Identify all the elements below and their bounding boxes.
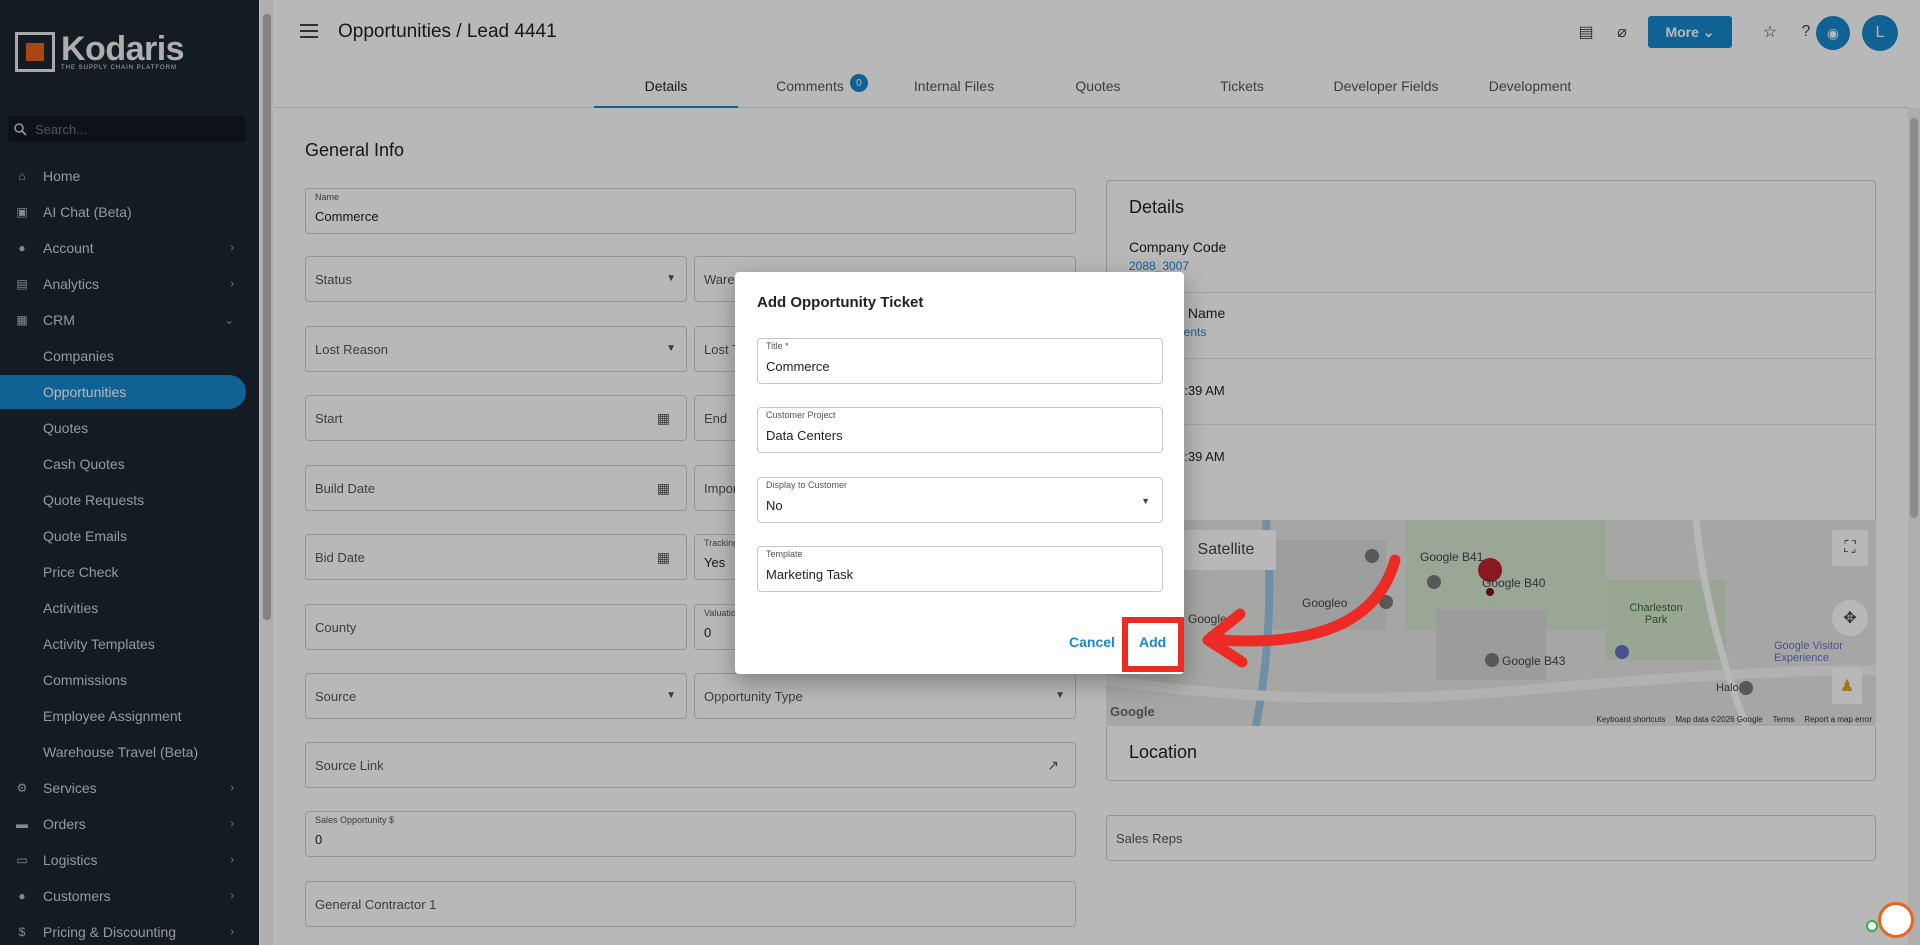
field-value: Data Centers <box>766 428 843 443</box>
caret-down-icon: ▼ <box>1141 496 1150 506</box>
title-field[interactable]: Title * Commerce <box>757 338 1163 384</box>
online-status-icon <box>1866 920 1878 932</box>
dialog-title: Add Opportunity Ticket <box>757 294 924 311</box>
field-value: Marketing Task <box>766 567 854 582</box>
add-opportunity-ticket-dialog: Add Opportunity Ticket Title * Commerce … <box>735 272 1184 674</box>
display-to-customer-select[interactable]: Display to Customer No ▼ <box>757 477 1163 523</box>
field-value: Commerce <box>766 359 830 374</box>
annotation-arrow-icon <box>1202 554 1401 668</box>
add-button-highlight <box>1122 617 1184 672</box>
field-label: Title * <box>766 341 789 351</box>
field-label: Display to Customer <box>766 480 848 490</box>
field-label: Customer Project <box>766 410 836 420</box>
field-label: Template <box>766 549 803 559</box>
chat-support-icon[interactable] <box>1878 902 1914 938</box>
field-value: No <box>766 498 783 513</box>
cancel-button[interactable]: Cancel <box>1069 634 1115 650</box>
template-field[interactable]: Template Marketing Task <box>757 546 1163 592</box>
customer-project-field[interactable]: Customer Project Data Centers <box>757 407 1163 453</box>
